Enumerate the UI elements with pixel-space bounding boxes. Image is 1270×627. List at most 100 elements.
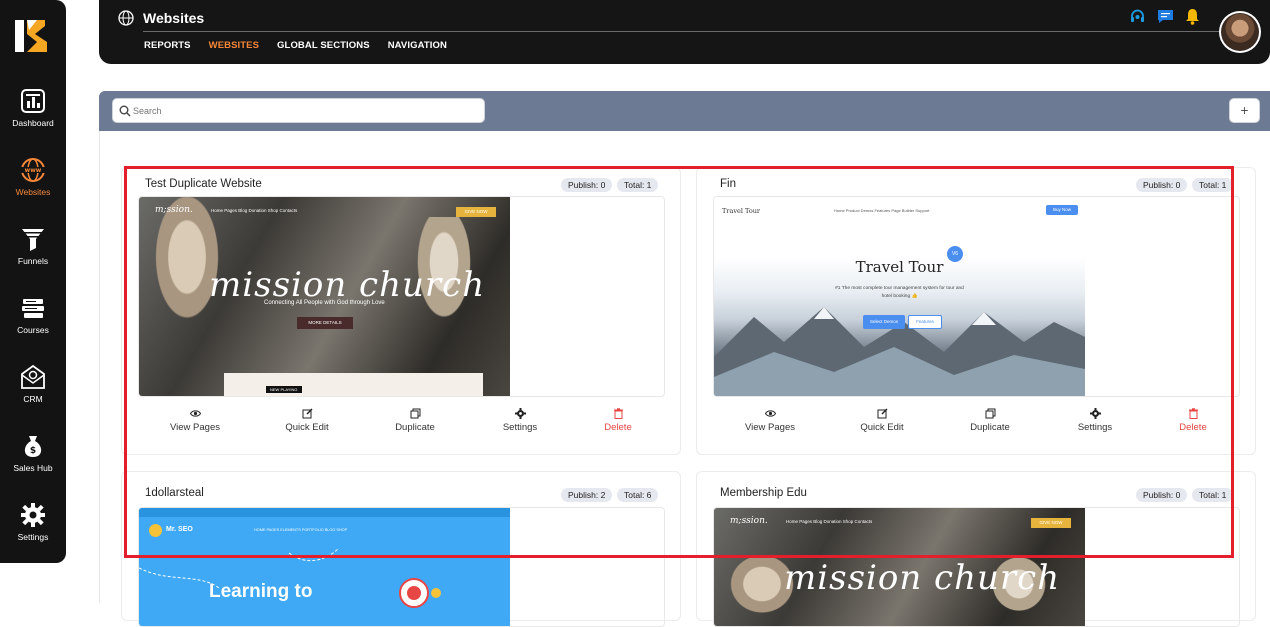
website-card: Fin Publish: 0 Total: 1 Travel Tour Home… xyxy=(696,167,1256,455)
preview-button-secondary: Features xyxy=(908,315,942,329)
quick-edit-button[interactable]: Quick Edit xyxy=(837,408,927,433)
settings-button[interactable]: Settings xyxy=(1050,408,1140,433)
duplicate-button[interactable]: Duplicate xyxy=(370,408,460,433)
headset-icon[interactable] xyxy=(1129,8,1146,25)
delete-button[interactable]: Delete xyxy=(1148,408,1238,433)
search-input[interactable] xyxy=(133,103,473,119)
sidebar-item-sales-hub[interactable]: $ Sales Hub xyxy=(0,433,66,473)
books-icon xyxy=(22,299,44,318)
sidebar-item-label: Sales Hub xyxy=(13,463,53,473)
publish-badge: Publish: 0 xyxy=(561,178,613,192)
website-preview[interactable]: Mr. SEO HOME PAGES ELEMENTS PORTFOLIO BL… xyxy=(138,507,665,627)
preview-cta: GIVE NOW xyxy=(1031,518,1071,528)
preview-nav: Home Pages Blog Donation Shop Contacts xyxy=(786,519,873,524)
svg-text:$: $ xyxy=(30,446,36,456)
preview-button: MORE DETAILS xyxy=(297,317,353,329)
preview-logo: m;ssion. xyxy=(730,516,768,526)
eye-icon xyxy=(189,410,201,417)
publish-badge: Publish: 0 xyxy=(1136,488,1188,502)
tab-reports[interactable]: REPORTS xyxy=(144,40,191,51)
preview-footer xyxy=(224,373,483,396)
card-actions: View Pages Quick Edit Duplicate Settings… xyxy=(713,408,1240,444)
preview-decoration xyxy=(139,548,441,608)
settings-label: Settings xyxy=(1077,422,1113,433)
websites-grid: Test Duplicate Website Publish: 0 Total:… xyxy=(99,131,1270,627)
website-card: Test Duplicate Website Publish: 0 Total:… xyxy=(121,167,681,455)
tab-global-sections[interactable]: GLOBAL SECTIONS xyxy=(277,40,370,51)
edit-icon xyxy=(302,408,312,419)
preview-logo: m;ssion. xyxy=(155,205,193,215)
preview-mountain-shape xyxy=(714,307,1085,396)
sidebar-item-settings[interactable]: Settings xyxy=(0,502,66,542)
preview-title: mission church xyxy=(784,558,1061,598)
total-badge: Total: 1 xyxy=(1192,178,1234,192)
preview-button: Select Demos xyxy=(863,315,905,329)
settings-button[interactable]: Settings xyxy=(475,408,565,433)
sidebar-item-label: Dashboard xyxy=(12,118,54,128)
preview-nav: Home Product Demos Features Page Builder… xyxy=(834,208,930,213)
sidebar: Dashboard www Websites Funnels Courses C… xyxy=(0,0,66,563)
website-name: Fin xyxy=(720,178,736,190)
view-pages-button[interactable]: View Pages xyxy=(725,408,815,433)
edit-icon xyxy=(877,408,887,419)
preview-footer-tag: NEW PLAYING xyxy=(266,386,302,393)
preview-brand-icon xyxy=(149,524,162,537)
preview-cta: Buy Now xyxy=(1046,205,1078,215)
chat-icon[interactable] xyxy=(1157,8,1174,25)
top-header: Websites REPORTS WEBSITES GLOBAL SECTION… xyxy=(99,0,1270,64)
website-name: 1dollarsteal xyxy=(145,487,204,499)
quick-edit-button[interactable]: Quick Edit xyxy=(262,408,352,433)
sidebar-item-funnels[interactable]: Funnels xyxy=(0,226,66,266)
quick-edit-label: Quick Edit xyxy=(285,422,329,433)
page-title: Websites xyxy=(143,10,205,26)
duplicate-label: Duplicate xyxy=(970,422,1010,433)
search-icon xyxy=(119,105,131,117)
gear-icon xyxy=(514,408,526,419)
publish-badge: Publish: 0 xyxy=(1136,178,1188,192)
settings-label: Settings xyxy=(502,422,538,433)
eye-icon xyxy=(764,410,776,417)
preview-image: m;ssion. Home Pages Blog Donation Shop C… xyxy=(139,197,510,396)
gear-icon xyxy=(1089,408,1101,419)
brand-logo[interactable] xyxy=(15,16,51,56)
total-badge: Total: 6 xyxy=(617,488,659,502)
website-card: Membership Edu Publish: 0 Total: 1 m;ssi… xyxy=(696,471,1256,627)
total-badge: Total: 1 xyxy=(1192,488,1234,502)
crm-envelope-icon xyxy=(21,364,45,389)
card-actions: View Pages Quick Edit Duplicate Settings… xyxy=(138,408,665,444)
duplicate-button[interactable]: Duplicate xyxy=(945,408,1035,433)
header-tabs: REPORTS WEBSITES GLOBAL SECTIONS NAVIGAT… xyxy=(144,40,447,51)
bell-icon[interactable] xyxy=(1184,8,1201,25)
sidebar-item-crm[interactable]: CRM xyxy=(0,364,66,404)
header-divider xyxy=(143,31,1253,32)
delete-label: Delete xyxy=(1179,422,1207,433)
website-preview[interactable]: m;ssion. Home Pages Blog Donation Shop C… xyxy=(138,196,665,397)
globe-www-icon: www xyxy=(21,158,45,182)
website-preview[interactable]: Travel Tour Home Product Demos Features … xyxy=(713,196,1240,397)
tab-navigation[interactable]: NAVIGATION xyxy=(388,40,447,51)
sidebar-item-courses[interactable]: Courses xyxy=(0,295,66,335)
publish-badge: Publish: 2 xyxy=(561,488,613,502)
delete-button[interactable]: Delete xyxy=(573,408,663,433)
tab-websites[interactable]: WEBSITES xyxy=(209,40,259,51)
svg-text:www: www xyxy=(25,167,42,174)
total-badge: Total: 1 xyxy=(617,178,659,192)
preview-title: mission church xyxy=(209,265,486,305)
add-website-button[interactable]: + xyxy=(1229,98,1260,123)
trash-icon xyxy=(613,408,623,419)
sidebar-item-websites[interactable]: www Websites xyxy=(0,157,66,197)
sidebar-item-dashboard[interactable]: Dashboard xyxy=(0,88,66,128)
preview-tagline: Connecting All People with God through L… xyxy=(264,300,385,306)
view-pages-button[interactable]: View Pages xyxy=(150,408,240,433)
preview-image: Mr. SEO HOME PAGES ELEMENTS PORTFOLIO BL… xyxy=(139,508,510,626)
website-preview[interactable]: m;ssion. Home Pages Blog Donation Shop C… xyxy=(713,507,1240,627)
preview-brand: Travel Tour xyxy=(722,207,761,215)
delete-label: Delete xyxy=(604,422,632,433)
search-box[interactable] xyxy=(112,98,485,123)
avatar[interactable] xyxy=(1219,11,1261,53)
preview-nav: HOME PAGES ELEMENTS PORTFOLIO BLOG SHOP xyxy=(254,528,348,532)
sidebar-item-label: Websites xyxy=(15,187,51,197)
funnel-icon xyxy=(22,229,44,251)
preview-cta: GIVE NOW xyxy=(456,207,496,217)
preview-photo-figure xyxy=(379,217,509,396)
